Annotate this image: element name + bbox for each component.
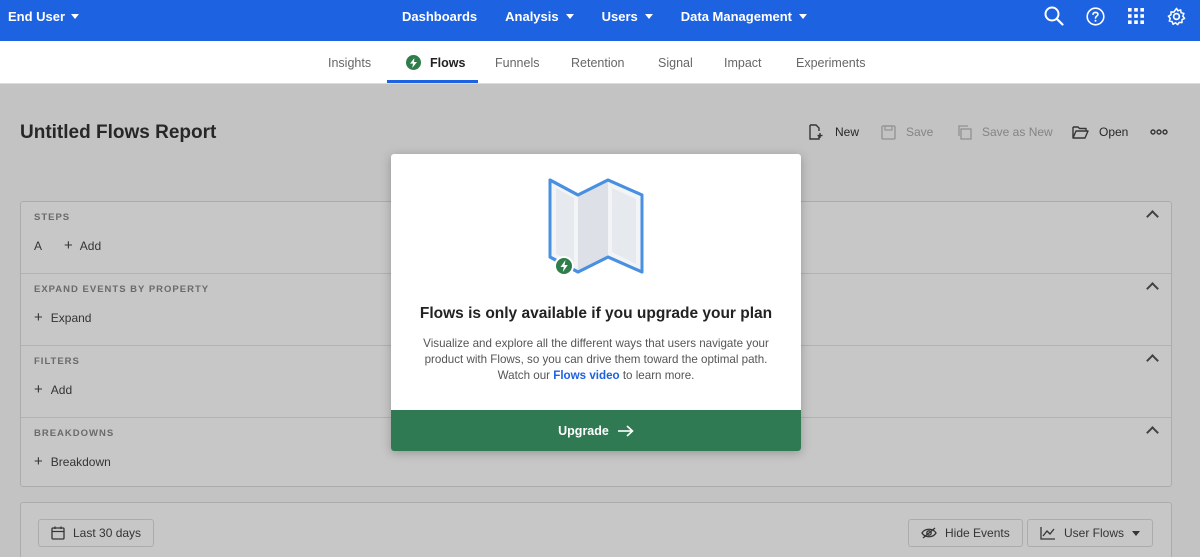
gear-icon[interactable] xyxy=(1167,7,1186,26)
tab-flows[interactable]: Flows xyxy=(406,41,465,84)
modal-description: Visualize and explore all the different … xyxy=(415,336,777,384)
map-illustration-icon xyxy=(546,176,646,278)
arrow-right-icon xyxy=(617,424,634,437)
chevron-down-icon xyxy=(565,13,574,19)
lightning-icon xyxy=(406,55,421,70)
tab-funnels[interactable]: Funnels xyxy=(495,41,539,84)
nav-analysis-label: Analysis xyxy=(505,8,559,24)
upgrade-button[interactable]: Upgrade xyxy=(391,410,801,451)
help-icon[interactable] xyxy=(1086,6,1105,26)
upgrade-button-label: Upgrade xyxy=(558,423,609,438)
tab-retention[interactable]: Retention xyxy=(571,41,625,84)
tab-signal[interactable]: Signal xyxy=(658,41,693,84)
nav-users[interactable]: Users xyxy=(602,9,653,24)
tab-impact[interactable]: Impact xyxy=(724,41,762,84)
tab-flows-label: Flows xyxy=(430,55,466,70)
nav-data-management-label: Data Management xyxy=(680,8,793,24)
chevron-down-icon xyxy=(71,13,80,19)
nav-dashboards[interactable]: Dashboards xyxy=(402,9,477,24)
user-menu-label: End User xyxy=(8,8,66,24)
nav-analysis[interactable]: Analysis xyxy=(505,8,574,24)
user-menu[interactable]: End User xyxy=(8,0,80,32)
chevron-down-icon xyxy=(644,13,653,19)
nav-data-management[interactable]: Data Management xyxy=(680,8,808,24)
flows-video-link[interactable]: Flows video xyxy=(553,369,619,382)
chevron-down-icon xyxy=(799,13,808,19)
nav-dashboards-label: Dashboards xyxy=(402,8,478,24)
report-type-tabs: Insights Flows Funnels Retention Signal … xyxy=(0,41,1200,84)
search-icon[interactable] xyxy=(1044,6,1064,26)
tab-experiments[interactable]: Experiments xyxy=(796,41,865,84)
top-nav: End User Dashboards Analysis Users Data … xyxy=(0,0,1200,41)
nav-users-label: Users xyxy=(601,8,638,24)
tab-insights[interactable]: Insights xyxy=(328,41,371,84)
apps-grid-icon[interactable] xyxy=(1127,7,1145,25)
active-tab-indicator xyxy=(387,80,478,83)
upgrade-modal: Flows is only available if you upgrade y… xyxy=(391,154,801,451)
modal-title: Flows is only available if you upgrade y… xyxy=(419,305,773,322)
modal-description-text-end: to learn more. xyxy=(619,369,695,382)
